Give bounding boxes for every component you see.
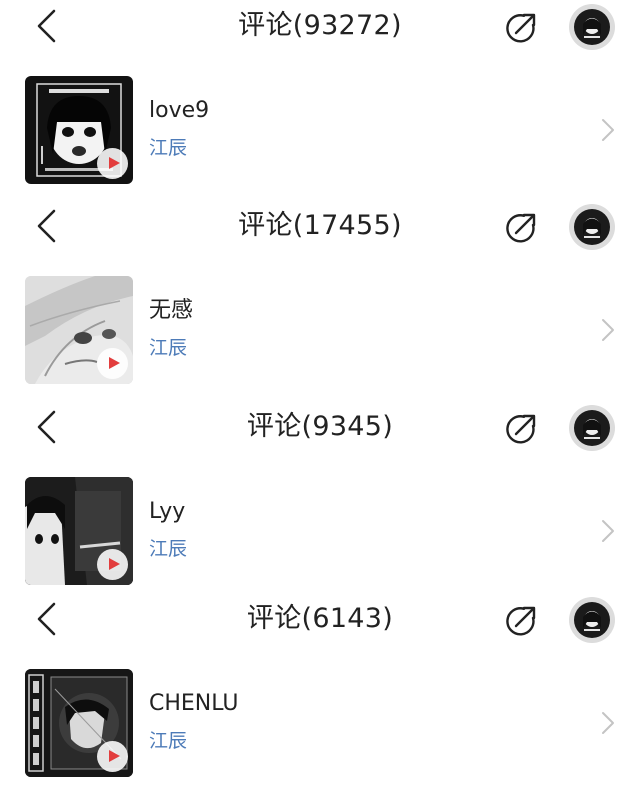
- header-bar: 评论(17455): [0, 200, 640, 252]
- avatar[interactable]: [569, 4, 615, 50]
- play-button[interactable]: [97, 148, 128, 179]
- song-title: love9: [149, 98, 210, 123]
- comment-panel: 评论(93272) love9 江辰: [0, 0, 640, 192]
- back-button[interactable]: [28, 405, 68, 449]
- comment-panel: 评论(6143) CHENLU 江辰: [0, 593, 640, 785]
- play-button[interactable]: [97, 549, 128, 580]
- back-button[interactable]: [28, 204, 68, 248]
- header-bar: 评论(6143): [0, 593, 640, 645]
- song-row[interactable]: 无感 江辰: [0, 260, 640, 384]
- artist-link[interactable]: 江辰: [149, 536, 187, 562]
- comment-panel: 评论(17455) 无感 江辰: [0, 200, 640, 392]
- chevron-left-icon: [37, 9, 56, 43]
- song-title: Lyy: [149, 499, 186, 524]
- header-bar: 评论(93272): [0, 0, 640, 52]
- back-button[interactable]: [28, 597, 68, 641]
- share-button[interactable]: [502, 9, 538, 45]
- song-row[interactable]: CHENLU 江辰: [0, 653, 640, 777]
- avatar[interactable]: [569, 204, 615, 250]
- avatar-image: [574, 9, 610, 45]
- play-icon: [109, 357, 120, 369]
- avatar[interactable]: [569, 597, 615, 643]
- avatar-image: [574, 209, 610, 245]
- share-button[interactable]: [502, 602, 538, 638]
- song-title: 无感: [149, 298, 194, 323]
- song-title: CHENLU: [149, 691, 239, 716]
- page-title: 评论(17455): [238, 210, 402, 241]
- chevron-left-icon: [37, 209, 56, 243]
- play-button[interactable]: [97, 348, 128, 379]
- play-icon: [109, 750, 120, 762]
- play-button[interactable]: [97, 741, 128, 772]
- album-cover: [25, 669, 133, 777]
- share-button[interactable]: [502, 209, 538, 245]
- page-title: 评论(93272): [238, 10, 402, 41]
- song-row[interactable]: Lyy 江辰: [0, 461, 640, 585]
- share-icon: [506, 213, 536, 243]
- album-cover: [25, 276, 133, 384]
- play-icon: [109, 157, 120, 169]
- avatar[interactable]: [569, 405, 615, 451]
- avatar-image: [574, 410, 610, 446]
- album-cover: [25, 76, 133, 184]
- chevron-right-icon: [602, 712, 614, 734]
- chevron-left-icon: [37, 410, 56, 444]
- back-button[interactable]: [28, 4, 68, 48]
- share-icon: [506, 606, 536, 636]
- share-button[interactable]: [502, 410, 538, 446]
- album-cover: [25, 477, 133, 585]
- artist-link[interactable]: 江辰: [149, 335, 187, 361]
- header-bar: 评论(9345): [0, 401, 640, 453]
- song-row[interactable]: love9 江辰: [0, 60, 640, 184]
- artist-link[interactable]: 江辰: [149, 728, 187, 754]
- chevron-right-icon: [602, 520, 614, 542]
- chevron-right-icon: [602, 119, 614, 141]
- share-icon: [506, 13, 536, 43]
- page-title: 评论(9345): [246, 411, 394, 442]
- chevron-left-icon: [37, 602, 56, 636]
- chevron-right-icon: [602, 319, 614, 341]
- page-title: 评论(6143): [246, 603, 394, 634]
- play-icon: [109, 558, 120, 570]
- artist-link[interactable]: 江辰: [149, 135, 187, 161]
- share-icon: [506, 414, 536, 444]
- avatar-image: [574, 602, 610, 638]
- comment-panel: 评论(9345) Lyy 江辰: [0, 401, 640, 593]
